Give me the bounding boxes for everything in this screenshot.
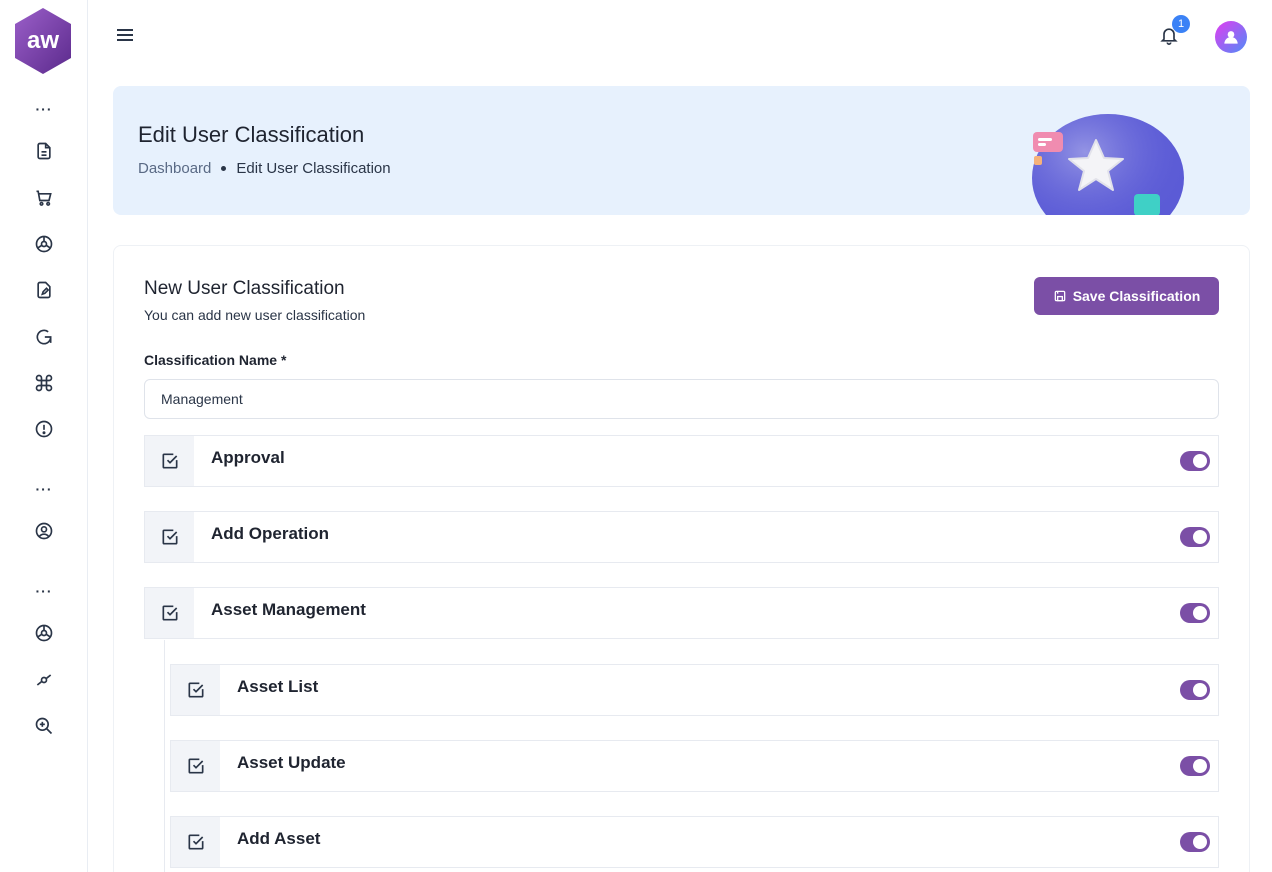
chart-pie-icon[interactable]: [31, 231, 57, 257]
permission-row-asset-management: Asset Management: [144, 587, 1219, 639]
nested-group-divider: [164, 640, 165, 872]
page-title: Edit User Classification: [138, 122, 365, 147]
menu-toggle-icon[interactable]: [114, 24, 136, 46]
permission-row-asset-update: Asset Update: [170, 740, 1219, 792]
star-illustration-icon: [1032, 114, 1184, 215]
checkbox-checked-icon[interactable]: [145, 436, 194, 486]
classification-name-input[interactable]: [144, 379, 1219, 419]
permission-row-add-operation: Add Operation: [144, 511, 1219, 563]
checkbox-checked-icon[interactable]: [145, 512, 194, 562]
checkbox-checked-icon[interactable]: [171, 741, 220, 791]
save-classification-button[interactable]: Save Classification: [1034, 277, 1219, 315]
checkbox-checked-icon[interactable]: [171, 817, 220, 867]
svg-text:aw: aw: [27, 27, 59, 54]
zoom-in-icon[interactable]: [31, 713, 57, 739]
form-title: New User Classification: [144, 278, 345, 299]
section-dots-icon: ···: [35, 101, 53, 117]
section-dots-icon: ···: [35, 481, 53, 497]
sidebar: aw ··· ··· ···: [0, 0, 88, 872]
avatar[interactable]: [1215, 21, 1247, 53]
save-button-label: Save Classification: [1072, 288, 1201, 304]
chart-pie-icon[interactable]: [31, 620, 57, 646]
file-edit-icon[interactable]: [31, 277, 57, 303]
checkbox-checked-icon[interactable]: [171, 665, 220, 715]
breadcrumb-separator-icon: [221, 166, 227, 171]
permission-label: Add Asset: [237, 829, 321, 848]
permission-row-add-asset: Add Asset: [170, 816, 1219, 868]
permission-toggle[interactable]: [1180, 832, 1210, 852]
refresh-icon[interactable]: [31, 324, 57, 350]
git-commit-icon[interactable]: [31, 667, 57, 693]
page-header-banner: Edit User Classification Dashboard Edit …: [113, 86, 1250, 215]
permission-label: Asset Update: [237, 753, 346, 772]
alert-circle-icon[interactable]: [31, 416, 57, 442]
permission-toggle[interactable]: [1180, 603, 1210, 623]
breadcrumb-home[interactable]: Dashboard: [138, 160, 211, 177]
permission-label: Add Operation: [211, 524, 330, 543]
checkbox-checked-icon[interactable]: [145, 588, 194, 638]
breadcrumb-current: Edit User Classification: [236, 160, 391, 177]
permission-label: Approval: [211, 448, 285, 467]
form-subtitle: You can add new user classification: [144, 307, 366, 323]
save-icon: [1054, 290, 1065, 302]
permission-toggle[interactable]: [1180, 527, 1210, 547]
app-logo[interactable]: aw: [13, 7, 73, 75]
permission-toggle[interactable]: [1180, 756, 1210, 776]
document-icon[interactable]: [31, 138, 57, 164]
permission-toggle[interactable]: [1180, 451, 1210, 471]
permission-toggle[interactable]: [1180, 680, 1210, 700]
permission-row-approval: Approval: [144, 435, 1219, 487]
command-icon[interactable]: [31, 370, 57, 396]
user-circle-icon[interactable]: [31, 518, 57, 544]
notification-badge: 1: [1172, 15, 1190, 33]
permission-row-asset-list: Asset List: [170, 664, 1219, 716]
permission-label: Asset List: [237, 677, 319, 696]
cart-icon[interactable]: [31, 185, 57, 211]
permission-label: Asset Management: [211, 600, 366, 619]
section-dots-icon: ···: [35, 583, 53, 599]
classification-name-label: Classification Name *: [144, 352, 287, 368]
breadcrumb: Dashboard Edit User Classification: [138, 160, 391, 177]
